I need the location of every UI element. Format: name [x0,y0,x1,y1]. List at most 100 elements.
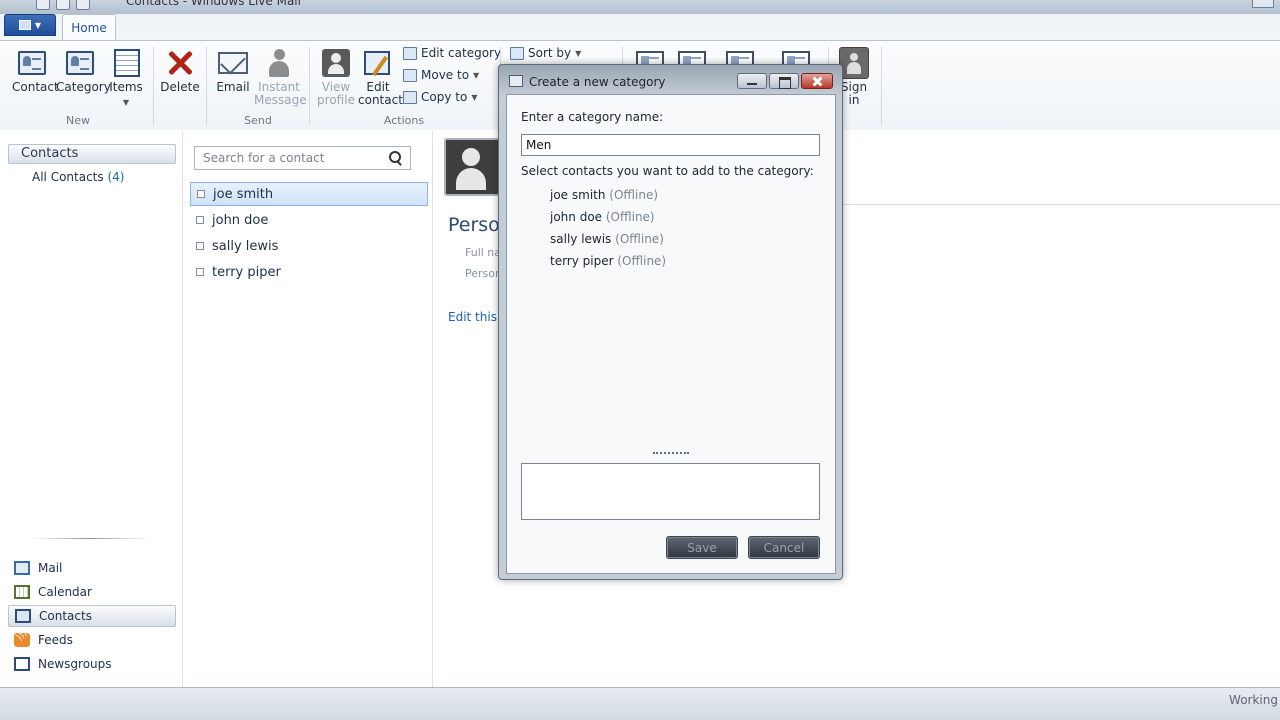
qat-new-icon[interactable] [36,0,50,10]
category-contact-status: (Offline) [617,254,667,268]
search-input[interactable] [201,150,371,166]
contact-checkbox[interactable] [196,216,204,224]
edit-category-button[interactable]: Edit category [403,46,501,60]
new-contact-button[interactable]: Contact [12,47,59,94]
window-title: Contacts - Windows Live Mail [126,0,301,8]
dialog-body: Enter a category name: Select contacts y… [506,94,836,574]
move-to-label: Move to [421,68,470,82]
category-contact-item[interactable]: joe smith (Offline) [550,188,658,202]
nav-item-feeds[interactable]: Feeds [8,629,176,651]
contacts-folder-header[interactable]: Contacts [8,144,176,164]
maximize-button[interactable] [769,73,799,89]
category-contact-item[interactable]: john doe (Offline) [550,210,655,224]
status-text: Working [1229,693,1278,707]
nav-item-label: Feeds [38,633,73,647]
dialog-title: Create a new category [529,75,666,89]
chevron-down-icon: ▼ [34,20,42,30]
contact-photo [444,138,500,196]
nav-item-label: Calendar [38,585,92,599]
category-icon [66,51,94,75]
contact-list-item[interactable]: sally lewis [190,234,428,258]
delete-label: Delete [160,80,200,94]
contact-checkbox[interactable] [196,268,204,276]
mail-icon [14,561,30,575]
save-button[interactable]: Save [666,536,738,559]
new-items-label: Items [109,80,143,94]
qat-save-icon[interactable] [56,0,70,10]
view-profile-button[interactable]: View profile [316,47,356,107]
details-personal-label: Person [465,267,502,280]
feeds-icon [14,633,30,647]
instant-message-button[interactable]: Instant Message [254,47,307,107]
search-box[interactable] [194,146,411,170]
nav-item-mail[interactable]: Mail [8,557,176,579]
category-contact-name: sally lewis [550,232,612,246]
edit-contact-button[interactable]: Edit contact [358,47,403,107]
contact-name: joe smith [213,186,274,202]
move-to-icon [403,68,417,82]
search-icon[interactable] [388,151,402,165]
view-profile-label-2: profile [317,93,355,107]
create-category-dialog: Create a new category Enter a category n… [498,64,843,580]
instant-message-icon [269,49,289,77]
tab-home[interactable]: Home [62,14,116,40]
category-contact-item[interactable]: terry piper (Offline) [550,254,666,268]
select-contacts-label: Select contacts you want to add to the c… [521,164,814,178]
app-menu-button[interactable]: ▼ [4,14,56,36]
group-label-send: Send [244,114,272,127]
profile-icon [322,49,350,77]
contact-card-icon [18,51,46,75]
category-contact-name: john doe [550,210,603,224]
dialog-app-icon [509,75,523,87]
contact-list-item[interactable]: joe smith [190,182,428,206]
email-button[interactable]: Email [214,47,252,94]
nav-item-calendar[interactable]: Calendar [8,581,176,603]
group-separator [309,47,310,125]
group-separator [881,47,882,125]
all-contacts-folder[interactable]: All Contacts (4) [32,170,124,184]
delete-button[interactable]: Delete [160,47,200,94]
contact-name: sally lewis [212,238,279,254]
category-name-label: Enter a category name: [521,110,664,124]
nav-divider [30,538,150,539]
edit-category-icon [403,46,417,60]
pane-splitter-handle[interactable] [653,452,689,456]
contact-list-item[interactable]: john doe [190,208,428,232]
title-bar: Contacts - Windows Live Mail [0,0,1280,14]
chevron-down-icon: ▼ [575,48,582,58]
window-control-button[interactable] [1252,0,1274,8]
selected-contacts-box[interactable] [521,463,820,520]
close-button[interactable] [801,73,833,89]
qat-print-icon[interactable] [76,0,90,10]
group-label-actions: Actions [383,114,425,127]
category-contact-status: (Offline) [609,188,659,202]
nav-item-contacts[interactable]: Contacts [8,605,176,627]
copy-to-icon [403,90,417,104]
contact-name: terry piper [212,264,281,280]
chevron-down-icon: ▼ [473,70,480,80]
group-separator [153,47,154,125]
copy-to-button[interactable]: Copy to ▼ [403,90,477,104]
details-section-heading: Perso [448,214,500,236]
new-category-button[interactable]: Category [56,47,111,94]
contacts-icon [15,609,31,623]
category-contact-item[interactable]: sally lewis (Offline) [550,232,664,246]
email-icon [218,52,248,74]
chevron-down-icon: ▼ [471,92,478,102]
contact-checkbox[interactable] [196,242,204,250]
contact-checkbox[interactable] [197,190,205,198]
left-navigation-pane [0,131,183,687]
sort-by-icon [510,46,524,60]
details-divider [842,204,1280,205]
move-to-button[interactable]: Move to ▼ [403,68,479,82]
contact-list-item[interactable]: terry piper [190,260,428,284]
category-contact-status: (Offline) [605,210,655,224]
edit-contact-label-2: contact [358,93,403,107]
new-items-button[interactable]: Items ▼ [108,47,144,108]
minimize-button[interactable] [737,73,767,89]
cancel-button[interactable]: Cancel [748,536,820,559]
category-name-input[interactable] [521,134,820,156]
nav-item-newsgroups[interactable]: Newsgroups [8,653,176,675]
sort-by-button[interactable]: Sort by ▼ [510,46,581,60]
details-full-name-label: Full na [465,246,502,259]
